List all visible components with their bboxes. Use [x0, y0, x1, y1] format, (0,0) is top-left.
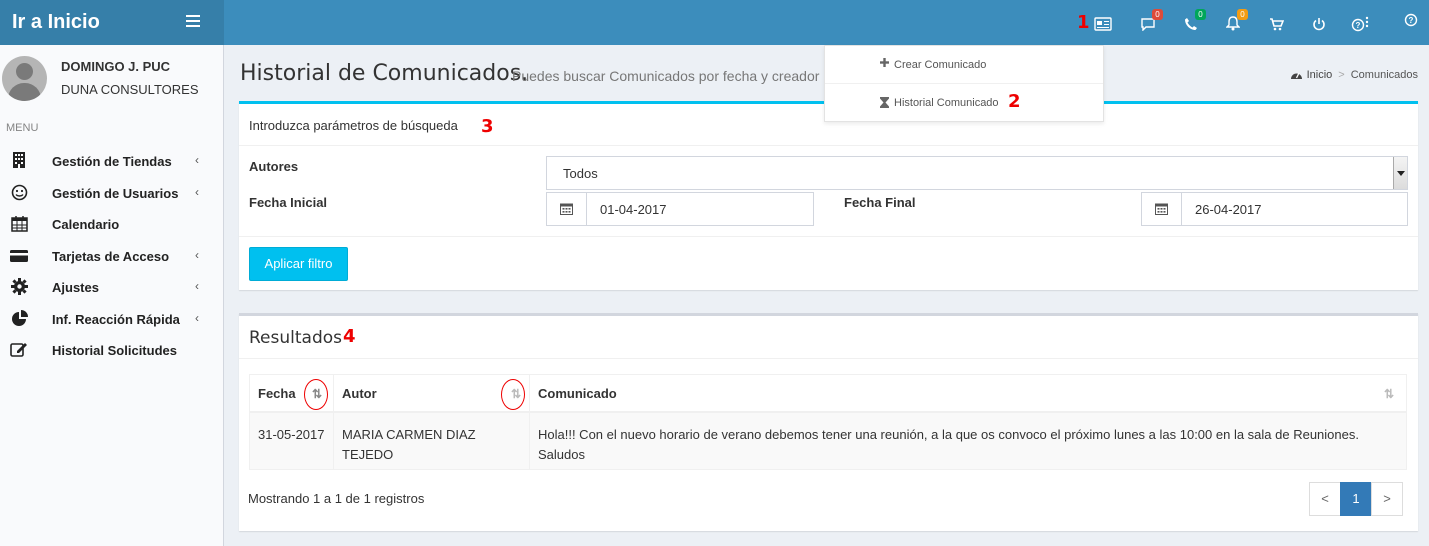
- calendar-icon[interactable]: [1142, 193, 1182, 225]
- annotation-marker-1: 1: [1077, 12, 1090, 33]
- sidebar-item-ajustes[interactable]: Ajustes ‹: [0, 272, 223, 302]
- sidebar-item-gestion-tiendas[interactable]: Gestión de Tiendas ‹: [0, 146, 223, 176]
- end-date-value: 26-04-2017: [1195, 202, 1262, 217]
- start-date-label: Fecha Inicial: [249, 195, 328, 210]
- cell-comunicado: Hola!!! Con el nuevo horario de verano d…: [538, 427, 1359, 462]
- help-icon[interactable]: ?: [1401, 10, 1421, 30]
- chevron-left-icon: ‹: [195, 311, 199, 325]
- menu-toggle-icon[interactable]: [186, 15, 200, 29]
- top-navbar: Ir a Inicio 1 0 0 0 ? ?: [0, 0, 1429, 45]
- power-icon[interactable]: [1309, 14, 1329, 34]
- page-subtitle: Puedes buscar Comunicados por fecha y cr…: [512, 68, 820, 84]
- sidebar-item-label: Gestión de Tiendas: [52, 154, 172, 169]
- authors-select[interactable]: Todos: [546, 156, 1408, 190]
- user-company: DUNA CONSULTORES: [61, 82, 199, 97]
- smiley-icon: [10, 184, 28, 202]
- svg-text:?: ?: [1409, 16, 1414, 25]
- sidebar-item-label: Tarjetas de Acceso: [52, 249, 170, 264]
- sidebar-item-calendario[interactable]: Calendario: [0, 209, 223, 239]
- menu-item-historial-comunicado[interactable]: Historial Comunicado 2: [825, 84, 1103, 122]
- pagination-page-1[interactable]: 1: [1340, 482, 1372, 516]
- breadcrumb-home[interactable]: Inicio: [1307, 69, 1333, 81]
- annotation-marker-3: 3: [481, 116, 494, 137]
- annotation-circle-fecha-sort: [304, 379, 328, 410]
- hourglass-icon: [880, 97, 889, 111]
- menu-header: MENU: [6, 122, 39, 134]
- sidebar-item-label: Historial Solicitudes: [52, 343, 177, 358]
- chat-badge: 0: [1152, 9, 1163, 20]
- apply-filter-button[interactable]: Aplicar filtro: [249, 247, 348, 281]
- filter-box-title: Introduzca parámetros de búsqueda: [249, 118, 458, 133]
- credit-card-icon: [10, 247, 28, 265]
- help-icon[interactable]: ?: [1351, 14, 1371, 34]
- breadcrumb-current: Comunicados: [1350, 69, 1418, 81]
- sidebar: DOMINGO J. PUC DUNA CONSULTORES MENU Ges…: [0, 45, 224, 546]
- building-icon: [10, 152, 28, 170]
- chevron-left-icon: ‹: [195, 248, 199, 262]
- bell-icon[interactable]: 0: [1223, 9, 1248, 34]
- column-header-comunicado[interactable]: Comunicado ⇅: [530, 375, 1406, 413]
- chevron-left-icon: ‹: [195, 153, 199, 167]
- cell-fecha: 31-05-2017: [250, 413, 334, 469]
- sidebar-item-historial-solicitudes[interactable]: Historial Solicitudes: [0, 335, 223, 365]
- phone-badge: 0: [1195, 9, 1206, 20]
- end-date-label: Fecha Final: [844, 195, 916, 210]
- records-info: Mostrando 1 a 1 de 1 registros: [248, 491, 425, 506]
- calendar-icon: [10, 215, 28, 233]
- edit-icon: [10, 341, 28, 359]
- sort-icon[interactable]: ⇅: [1384, 386, 1396, 402]
- menu-item-label: Crear Comunicado: [894, 59, 987, 71]
- pagination-prev[interactable]: <: [1309, 482, 1341, 516]
- sidebar-item-label: Calendario: [52, 217, 120, 232]
- table-row: 31-05-2017 MARIA CARMEN DIAZ TEJEDO Hola…: [250, 413, 1406, 469]
- chevron-down-icon: [1393, 157, 1407, 189]
- authors-label: Autores: [249, 159, 299, 174]
- sidebar-item-gestion-usuarios[interactable]: Gestión de Usuarios ‹: [0, 178, 223, 208]
- filter-box: Introduzca parámetros de búsqueda 3 Auto…: [239, 101, 1418, 290]
- sidebar-item-label: Gestión de Usuarios: [52, 186, 179, 201]
- start-date-field[interactable]: 01-04-2017: [546, 192, 814, 226]
- annotation-circle-autor-sort: [501, 379, 525, 410]
- newspaper-icon[interactable]: [1093, 14, 1113, 34]
- sidebar-item-inf-reaccion-rapida[interactable]: Inf. Reacción Rápida ‹: [0, 304, 223, 334]
- bell-badge: 0: [1237, 9, 1248, 20]
- end-date-field[interactable]: 26-04-2017: [1141, 192, 1408, 226]
- pagination-next[interactable]: >: [1371, 482, 1403, 516]
- svg-text:?: ?: [1356, 21, 1361, 30]
- sidebar-item-label: Ajustes: [52, 280, 99, 295]
- sidebar-item-label: Inf. Reacción Rápida: [52, 312, 180, 327]
- avatar: [2, 56, 47, 101]
- menu-item-label: Historial Comunicado: [894, 97, 999, 109]
- table-header: Fecha ⇅ Autor ⇅ Comunicado ⇅: [250, 375, 1406, 413]
- annotation-marker-2: 2: [1008, 91, 1021, 112]
- start-date-value: 01-04-2017: [600, 202, 667, 217]
- cell-autor: MARIA CARMEN DIAZ TEJEDO: [334, 413, 530, 469]
- phone-icon[interactable]: 0: [1181, 9, 1206, 34]
- results-box-title: Resultados: [249, 328, 342, 348]
- results-table: Fecha ⇅ Autor ⇅ Comunicado ⇅ 31-05-2017 …: [249, 374, 1407, 470]
- plus-icon: [880, 58, 889, 70]
- gear-icon: [10, 278, 28, 296]
- comunicados-dropdown-menu: Crear Comunicado Historial Comunicado 2: [824, 45, 1104, 122]
- dashboard-icon: [1290, 69, 1303, 83]
- page-title: Historial de Comunicados.: [240, 61, 529, 86]
- authors-select-value: Todos: [563, 166, 598, 181]
- sidebar-item-tarjetas-acceso[interactable]: Tarjetas de Acceso ‹: [0, 241, 223, 271]
- pie-chart-icon: [10, 310, 28, 328]
- breadcrumb: Inicio > Comunicados: [1290, 69, 1418, 83]
- calendar-icon[interactable]: [547, 193, 587, 225]
- menu-item-crear-comunicado[interactable]: Crear Comunicado: [825, 46, 1103, 84]
- user-name: DOMINGO J. PUC: [61, 59, 171, 74]
- chevron-left-icon: ‹: [195, 185, 199, 199]
- annotation-marker-4: 4: [343, 326, 356, 347]
- chat-icon[interactable]: 0: [1138, 9, 1163, 34]
- pagination: < 1 >: [1309, 482, 1403, 516]
- cart-icon[interactable]: [1266, 14, 1286, 34]
- chevron-left-icon: ‹: [195, 279, 199, 293]
- results-box: Resultados 4 Fecha ⇅ Autor ⇅ Comunicado …: [239, 313, 1418, 531]
